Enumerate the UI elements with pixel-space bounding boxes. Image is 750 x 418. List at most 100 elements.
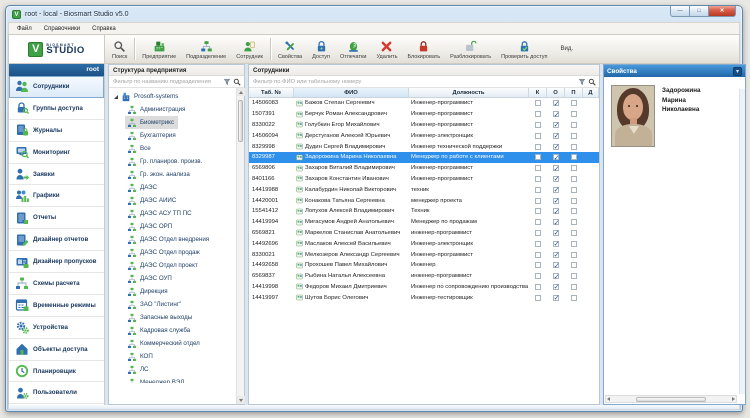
expander-icon[interactable] [114,95,118,99]
sidebar-item-journals[interactable]: Журналы [9,120,104,142]
column-header-d[interactable]: Д [583,88,599,97]
toolbar-button-check-access[interactable]: Проверить доступ [496,35,552,63]
checkbox-p[interactable] [571,262,577,268]
checkbox-k[interactable] [535,208,541,214]
view-menu-label[interactable]: Вид. [552,35,581,63]
table-row[interactable]: 1507391Берчук Роман АлександровичИнженер… [249,109,599,120]
checkbox-k[interactable] [535,273,541,279]
sidebar-item-pass-designer[interactable]: Дизайнер пропусков [9,251,104,273]
table-row[interactable]: 14492658Прохошев Павел МихайловичИнженер [249,260,599,271]
checkbox-p[interactable] [571,100,577,106]
tree-item[interactable]: Коммерческий отдел [125,337,204,350]
toolbar-button-properties[interactable]: Свойства [273,35,307,63]
toolbar-button-lock[interactable]: Блокировать [402,35,445,63]
tree-root-node[interactable]: Prosoft-systems [109,90,244,103]
checkbox-o[interactable] [553,198,559,204]
close-button[interactable]: ✕ [708,6,736,17]
scrollbar-thumb[interactable] [636,397,706,402]
sidebar-item-scheduler[interactable]: Планировщик [9,361,104,383]
table-row[interactable]: 8401166Захаров Константин ИвановичИнжене… [249,174,599,185]
checkbox-k[interactable] [535,154,541,160]
scroll-up-icon[interactable] [237,88,245,96]
table-row[interactable]: 8329987Задорожина Марина НиколаевнаМенед… [249,152,599,163]
checkbox-o[interactable] [553,187,559,193]
checkbox-o[interactable] [553,241,559,247]
checkbox-p[interactable] [571,208,577,214]
checkbox-p[interactable] [571,111,577,117]
checkbox-k[interactable] [535,111,541,117]
checkbox-p[interactable] [571,122,577,128]
sidebar-item-devices[interactable]: Устройства [9,317,104,339]
search-icon[interactable] [233,78,241,86]
checkbox-k[interactable] [535,133,541,139]
table-row[interactable]: 14419994Мигасумов Андрей АнатольевичМене… [249,217,599,228]
table-row[interactable]: 6569821Маркелов Станислав Анатольевичинж… [249,228,599,239]
sidebar-item-report-designer[interactable]: Дизайнер отчетов [9,229,104,251]
tree-scrollbar-thumb[interactable] [238,100,243,142]
checkbox-o[interactable] [553,273,559,279]
menu-item-file[interactable]: Файл [11,26,38,32]
tree-item[interactable]: ДАЭС АИИС [125,194,180,207]
checkbox-k[interactable] [535,219,541,225]
table-row[interactable]: 14419997Шутов Борис ОлеговичИнженер-тест… [249,292,599,303]
table-row[interactable]: 8330022Голубкин Егор МихайловичИнженер-п… [249,120,599,131]
checkbox-o[interactable] [553,262,559,268]
tree-item[interactable]: ДАЭС АСУ ТП ПС [125,207,196,220]
checkbox-o[interactable] [553,230,559,236]
sidebar-item-time-modes[interactable]: Временные режимы [9,295,104,317]
toolbar-button-access[interactable]: Доступ [307,35,335,63]
table-row[interactable]: 14419998Федоров Михаил ДмитриевичИнженер… [249,282,599,293]
employees-filter-input[interactable] [249,76,578,87]
table-row[interactable]: 14506094Дерстуганов Алексей ЮрьевичИнжен… [249,130,599,141]
sidebar-item-access-objects[interactable]: Объекты доступа [9,339,104,361]
checkbox-k[interactable] [535,262,541,268]
tree-item[interactable]: Бухгалтерия [125,129,180,142]
checkbox-k[interactable] [535,100,541,106]
checkbox-p[interactable] [571,198,577,204]
checkbox-k[interactable] [535,295,541,301]
column-header-position[interactable]: Должность [409,88,529,97]
toolbar-button-department[interactable]: Подразделение [181,35,231,63]
checkbox-p[interactable] [571,165,577,171]
checkbox-p[interactable] [571,230,577,236]
sidebar-item-access-groups[interactable]: Группы доступа [9,98,104,120]
sidebar-item-schedules[interactable]: Графики [9,185,104,207]
tree-item[interactable]: Гр. экон. анализа [125,168,194,181]
table-row[interactable]: 14506083Бажов Степан СергеевичИнженер-пр… [249,98,599,109]
sidebar-item-employees[interactable]: Сотрудники [9,76,104,98]
checkbox-o[interactable] [553,111,559,117]
checkbox-k[interactable] [535,241,541,247]
clear-filter-icon[interactable] [223,78,231,86]
checkbox-p[interactable] [571,133,577,139]
tree-item[interactable]: ДАЭС ОРП [125,220,176,233]
sidebar-item-requests[interactable]: Заявки [9,164,104,186]
checkbox-p[interactable] [571,219,577,225]
checkbox-p[interactable] [571,187,577,193]
sidebar-item-reports[interactable]: Отчеты [9,207,104,229]
maximize-button[interactable]: □ [690,6,708,17]
tree-item[interactable]: КОП [125,350,157,363]
tree-filter-input[interactable] [109,76,223,87]
sidebar-item-monitoring[interactable]: Мониторинг [9,142,104,164]
checkbox-p[interactable] [571,154,577,160]
table-row[interactable]: 8329998Дудин Сергей ВладимировичИнженер … [249,141,599,152]
checkbox-p[interactable] [571,284,577,290]
checkbox-p[interactable] [571,252,577,258]
tree-item[interactable]: ДАЭС Отдел внедрения [125,233,213,246]
checkbox-o[interactable] [553,252,559,258]
column-header-tab[interactable]: Таб. № [249,88,294,97]
toolbar-button-fingerprints[interactable]: Отпечатки [335,35,371,63]
toolbar-button-unlock[interactable]: Разблокировать [445,35,496,63]
scroll-left-icon[interactable] [607,397,610,401]
scroll-down-icon[interactable] [237,396,245,404]
checkbox-o[interactable] [553,165,559,171]
column-header-k[interactable]: К [529,88,547,97]
checkbox-k[interactable] [535,144,541,150]
toolbar-button-delete[interactable]: Удалить [371,35,402,63]
toolbar-button-enterprise[interactable]: Предприятие [137,35,181,63]
checkbox-p[interactable] [571,273,577,279]
menu-item-help[interactable]: Справка [86,26,122,32]
tree-item[interactable]: Дирекция [125,285,172,298]
menu-item-references[interactable]: Справочники [38,26,86,32]
checkbox-p[interactable] [571,241,577,247]
